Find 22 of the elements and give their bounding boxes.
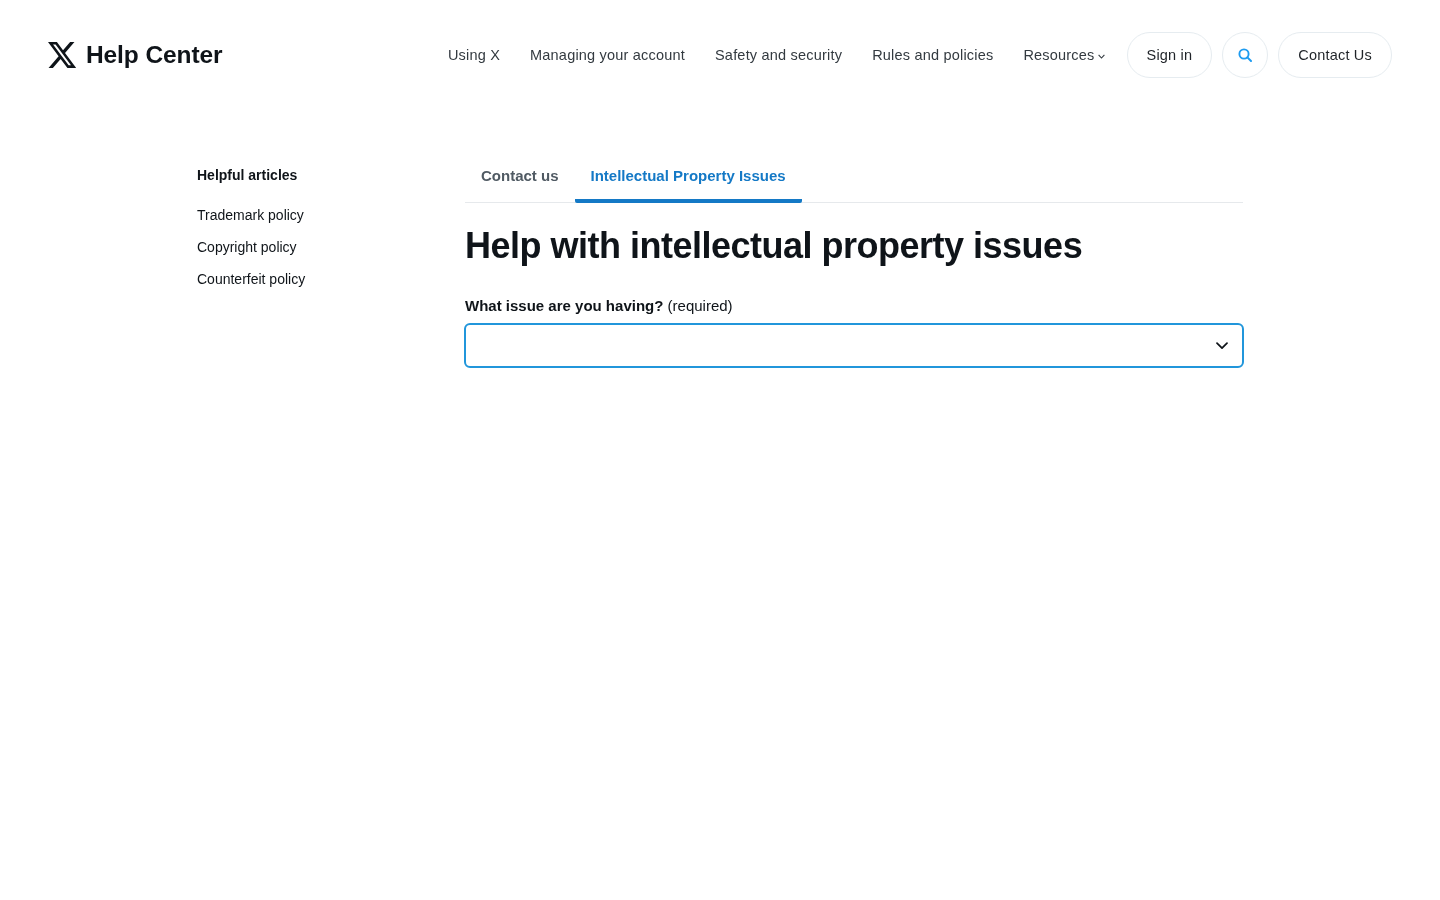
field-label: What issue are you having? (required) (465, 296, 733, 316)
search-button[interactable] (1222, 32, 1269, 78)
nav-link[interactable]: Safety and security (715, 47, 843, 63)
article-link[interactable]: Trademark policy (197, 206, 304, 224)
issue-select[interactable] (464, 323, 1244, 368)
sign-in-button[interactable]: Sign in (1126, 32, 1213, 78)
logo-icon (48, 42, 76, 68)
article-link[interactable]: Counterfeit policy (197, 270, 306, 288)
contact-button[interactable]: Contact Us (1278, 32, 1392, 78)
search-icon (1238, 48, 1253, 62)
caret-icon (1097, 53, 1105, 59)
nav-link[interactable]: Managing your account (530, 47, 685, 63)
sidebar-title: Helpful articles (197, 166, 298, 184)
page-heading: Help with intellectual property issues (465, 224, 1083, 268)
chevron-icon (1216, 341, 1228, 350)
nav-link[interactable]: Rules and policies (872, 47, 994, 63)
site-title: Help Center (86, 41, 223, 69)
article-link[interactable]: Copyright policy (197, 238, 297, 256)
nav-link[interactable]: Using X (447, 47, 501, 63)
tab[interactable]: Intellectual Property Issues (574, 164, 802, 203)
nav-menu[interactable]: Resources (1023, 47, 1105, 63)
tab[interactable]: Contact us (465, 164, 575, 203)
